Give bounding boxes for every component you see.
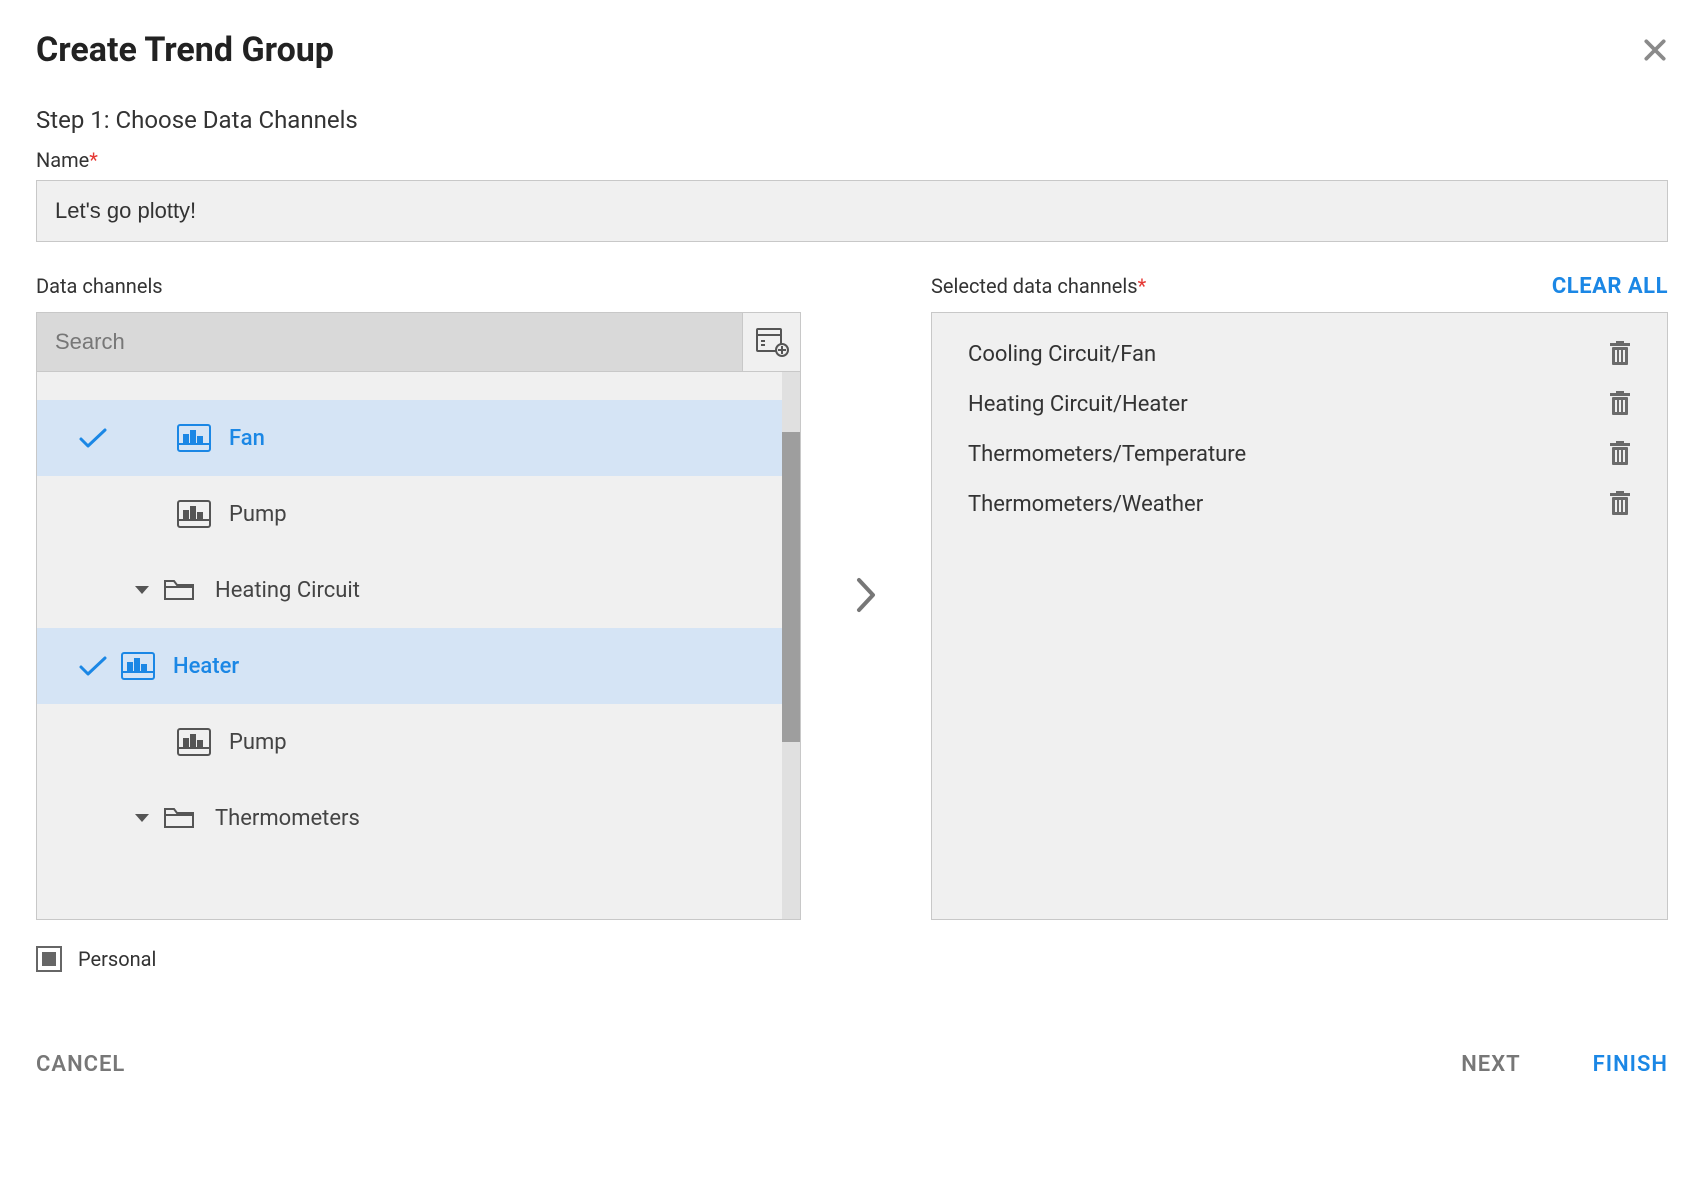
step-label: Step 1: Choose Data Channels xyxy=(36,106,1668,134)
chart-icon xyxy=(177,500,211,528)
name-input[interactable] xyxy=(36,180,1668,242)
data-channels-tree: Fan Pump Heating Circ xyxy=(36,312,801,920)
finish-button[interactable]: FINISH xyxy=(1593,1052,1668,1077)
transfer-arrow-icon[interactable] xyxy=(854,575,878,615)
import-icon xyxy=(755,327,789,357)
next-button[interactable]: NEXT xyxy=(1461,1052,1520,1077)
tree-item-fan[interactable]: Fan xyxy=(37,400,800,476)
chart-icon xyxy=(121,652,155,680)
tree-folder-thermometers[interactable]: Thermometers xyxy=(37,780,800,856)
selected-item-label: Thermometers/Weather xyxy=(968,492,1203,517)
tree-item-label: Fan xyxy=(229,426,265,451)
check-icon xyxy=(78,654,108,678)
selected-item-label: Heating Circuit/Heater xyxy=(968,392,1188,417)
checkbox-indeterminate-icon xyxy=(42,952,56,966)
tree-item-label: Heating Circuit xyxy=(215,578,360,603)
import-button[interactable] xyxy=(742,313,800,371)
tree-item-label: Thermometers xyxy=(215,806,360,831)
trash-icon[interactable] xyxy=(1609,391,1631,417)
close-icon[interactable] xyxy=(1642,37,1668,63)
cancel-button[interactable]: CANCEL xyxy=(36,1052,125,1077)
tree-item-heater[interactable]: Heater xyxy=(37,628,800,704)
check-icon xyxy=(78,426,108,450)
tree-item-pump-2[interactable]: Pump xyxy=(37,704,800,780)
selected-channels-label: Selected data channels* xyxy=(931,274,1146,298)
clear-all-button[interactable]: CLEAR ALL xyxy=(1552,274,1668,299)
tree-item-label: Pump xyxy=(229,730,287,755)
selected-item: Cooling Circuit/Fan xyxy=(944,329,1655,379)
dialog-title: Create Trend Group xyxy=(36,30,334,70)
tree-item-label: Heater xyxy=(173,654,239,679)
selected-item: Thermometers/Weather xyxy=(944,479,1655,529)
trash-icon[interactable] xyxy=(1609,441,1631,467)
selected-item: Thermometers/Temperature xyxy=(944,429,1655,479)
chevron-down-icon xyxy=(135,586,149,594)
selected-item: Heating Circuit/Heater xyxy=(944,379,1655,429)
personal-label: Personal xyxy=(78,947,156,971)
folder-icon xyxy=(163,577,195,603)
scrollbar[interactable] xyxy=(782,372,800,919)
data-channels-label: Data channels xyxy=(36,274,163,298)
tree-folder-heating-circuit[interactable]: Heating Circuit xyxy=(37,552,800,628)
selected-item-label: Thermometers/Temperature xyxy=(968,442,1246,467)
selected-channels-list: Cooling Circuit/Fan Heating Circuit/Heat… xyxy=(931,312,1668,920)
scrollbar-thumb[interactable] xyxy=(782,432,800,742)
name-field-label: Name* xyxy=(36,148,1668,172)
folder-icon xyxy=(163,805,195,831)
personal-checkbox[interactable] xyxy=(36,946,62,972)
selected-item-label: Cooling Circuit/Fan xyxy=(968,342,1156,367)
trash-icon[interactable] xyxy=(1609,491,1631,517)
chevron-down-icon xyxy=(135,814,149,822)
search-input[interactable] xyxy=(37,313,742,371)
chart-icon xyxy=(177,728,211,756)
trash-icon[interactable] xyxy=(1609,341,1631,367)
tree-item-label: Pump xyxy=(229,502,287,527)
tree-item-pump[interactable]: Pump xyxy=(37,476,800,552)
chart-icon xyxy=(177,424,211,452)
